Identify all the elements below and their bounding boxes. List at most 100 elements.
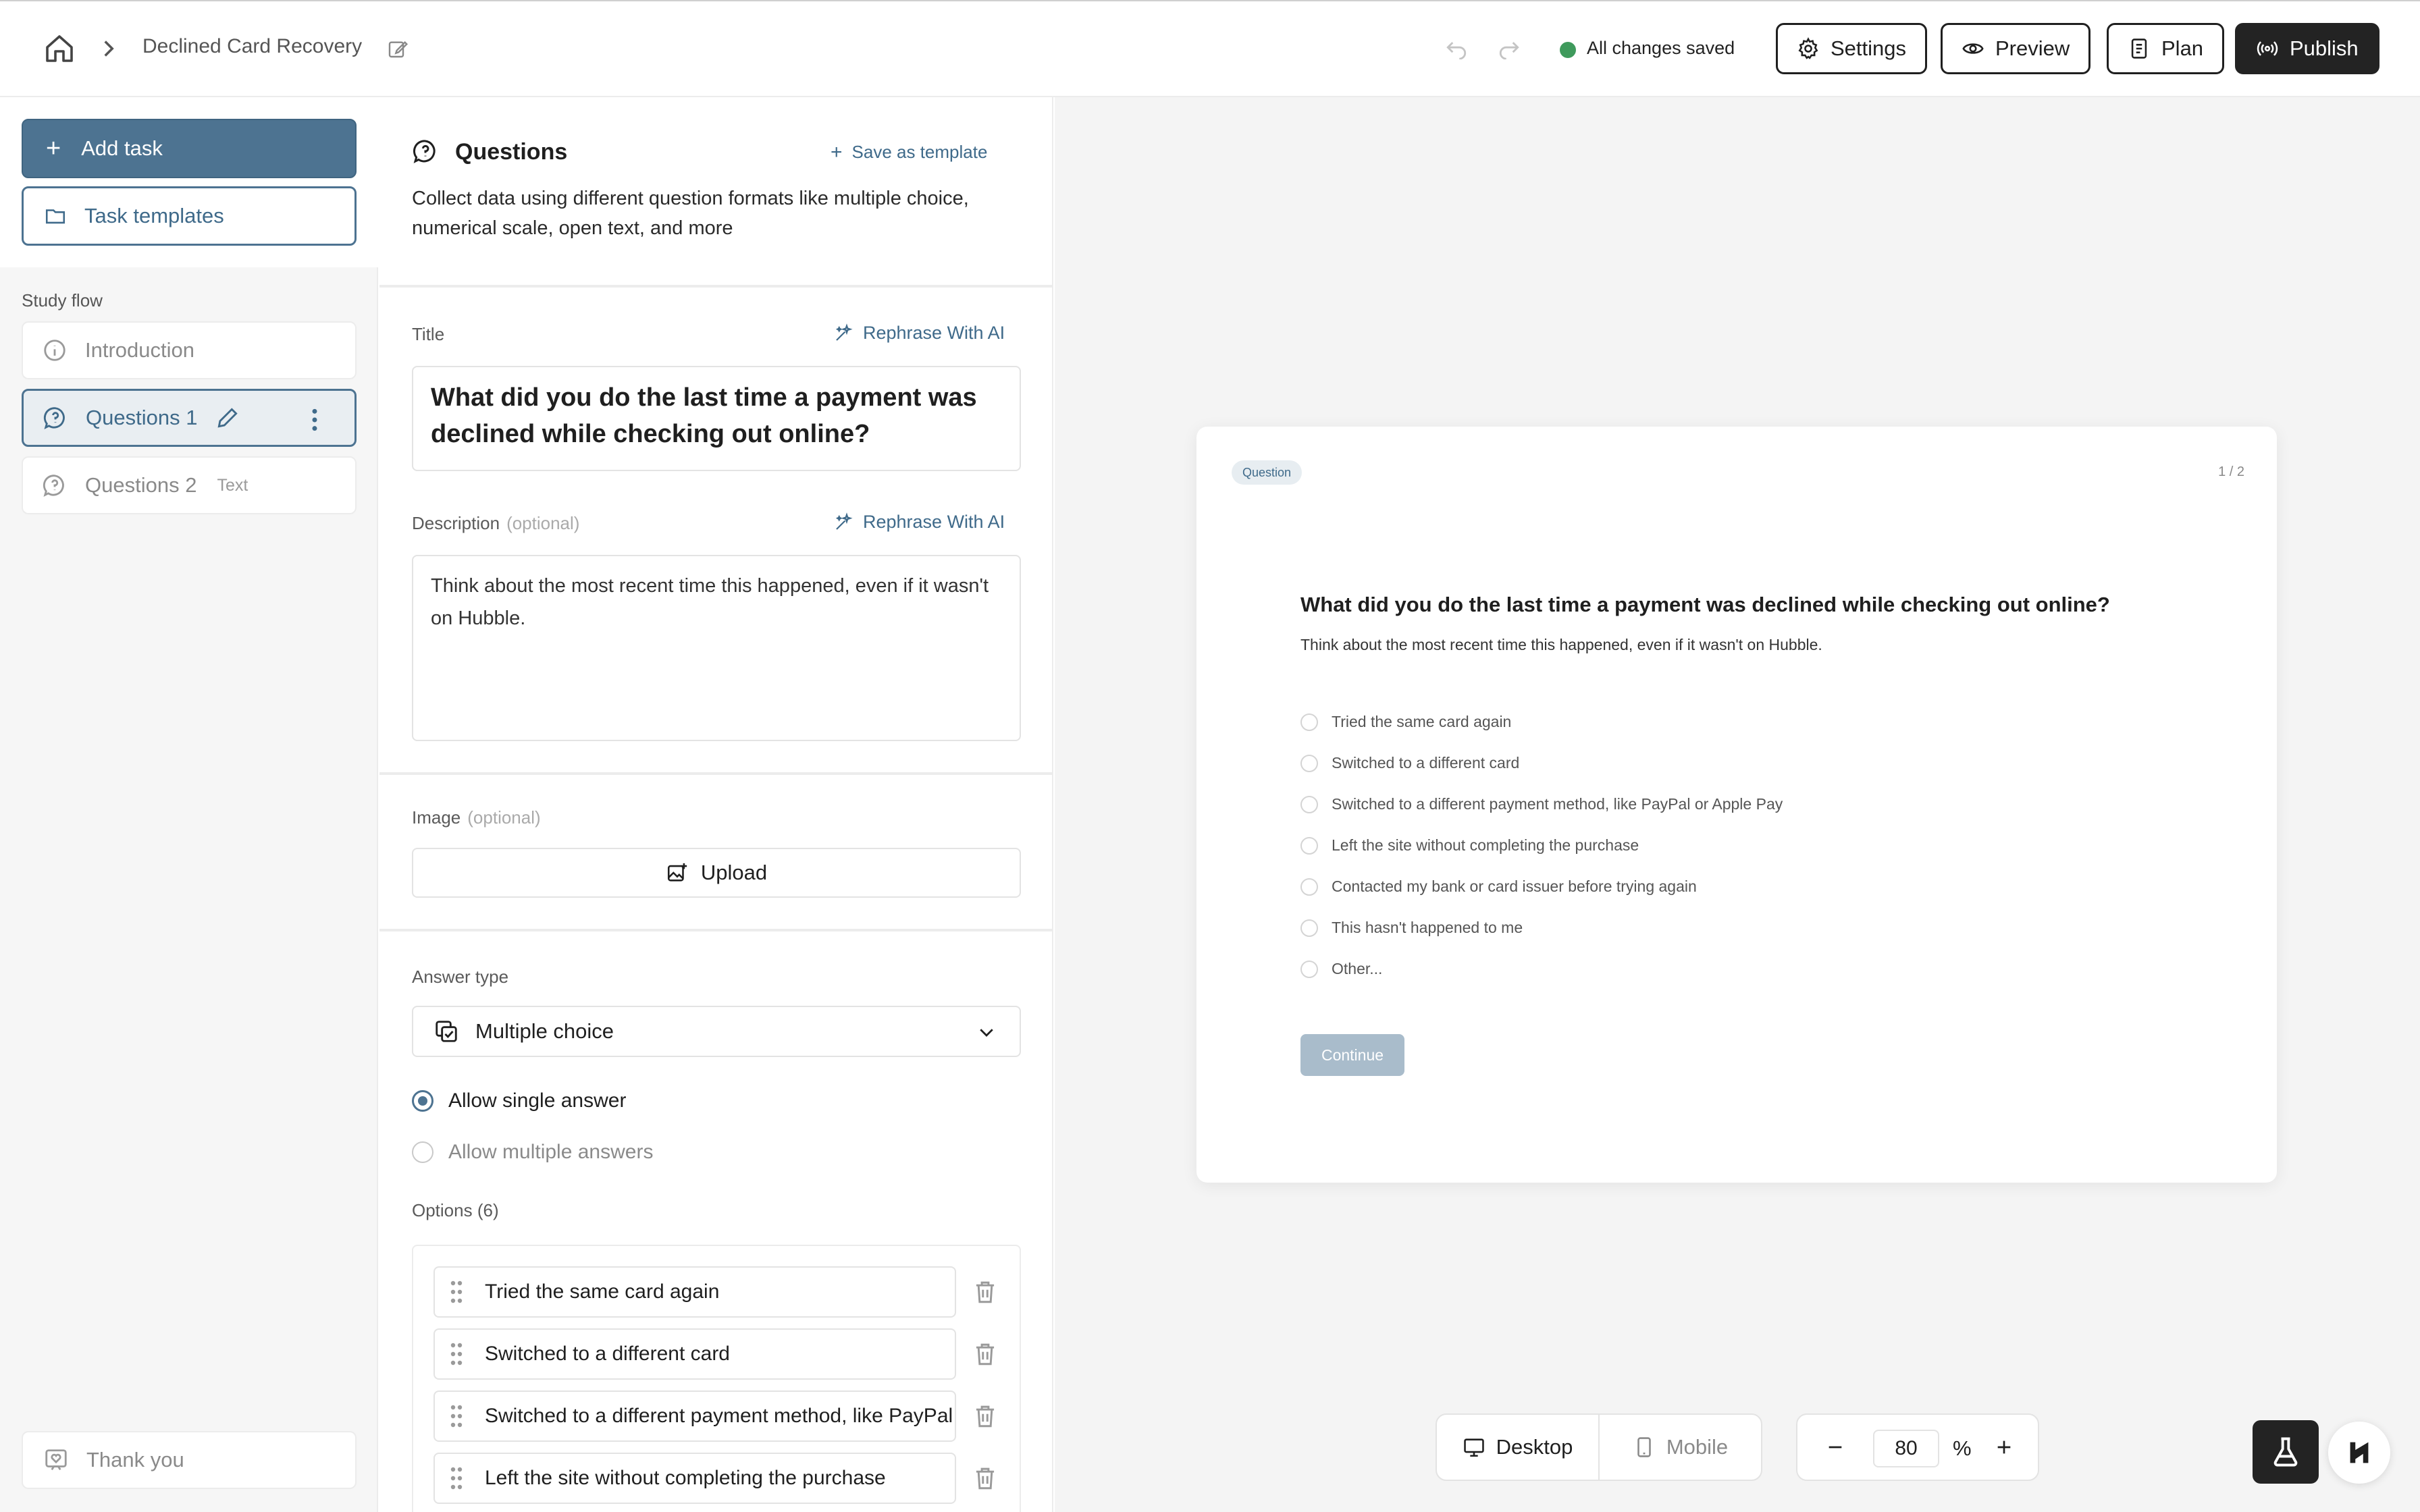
option-input[interactable]: Switched to a different card (433, 1328, 956, 1380)
broadcast-icon (2257, 41, 2278, 56)
pencil-icon[interactable] (215, 405, 240, 431)
add-task-button[interactable]: + Add task (22, 119, 357, 178)
save-as-template-label: Save as template (851, 142, 988, 162)
device-toggle: Desktop Mobile (1436, 1413, 1762, 1481)
option-row: Switched to a different card (433, 1328, 1001, 1380)
option-text: Tried the same card again (485, 1280, 720, 1303)
preview-option[interactable]: Contacted my bank or card issuer before … (1300, 878, 1697, 896)
sidebar-item-questions-1[interactable]: Questions 1 (22, 389, 357, 447)
continue-button[interactable]: Continue (1300, 1034, 1404, 1076)
options-list: Tried the same card again Switched to a … (412, 1245, 1021, 1512)
optional-label: (optional) (467, 807, 541, 828)
option-input[interactable]: Left the site without completing the pur… (433, 1453, 956, 1504)
description-value: Think about the most recent time this ha… (431, 575, 989, 629)
radio-unselected[interactable] (1300, 878, 1318, 896)
mobile-view-button[interactable]: Mobile (1598, 1415, 1761, 1480)
sidebar-item-introduction[interactable]: Introduction (22, 321, 357, 379)
zoom-unit: % (1953, 1436, 1972, 1460)
preview-option[interactable]: Other... (1300, 960, 1382, 978)
sidebar-item-label: Introduction (85, 338, 194, 362)
drag-handle-icon[interactable] (450, 1466, 463, 1490)
zoom-out-icon[interactable] (1824, 1436, 1846, 1458)
option-row: Tried the same card again (433, 1266, 1001, 1318)
preview-option[interactable]: Switched to a different card (1300, 754, 1519, 772)
trash-icon[interactable] (974, 1342, 997, 1366)
drag-handle-icon[interactable] (450, 1342, 463, 1366)
option-input[interactable]: Tried the same card again (433, 1266, 956, 1318)
radio-unselected[interactable] (1300, 919, 1318, 937)
answer-type-value: Multiple choice (475, 1019, 614, 1043)
radio-selected[interactable] (412, 1090, 433, 1112)
answer-type-label: Answer type (412, 967, 509, 987)
undo-icon[interactable] (1445, 39, 1468, 59)
plus-icon: + (831, 140, 843, 163)
title-input[interactable]: What did you do the last time a payment … (412, 366, 1021, 471)
rephrase-label: Rephrase With AI (863, 323, 1005, 343)
rephrase-description-button[interactable]: Rephrase With AI (833, 512, 1005, 533)
radio-unselected[interactable] (1300, 754, 1318, 772)
desktop-label: Desktop (1496, 1435, 1573, 1459)
save-as-template-button[interactable]: + Save as template (831, 142, 987, 163)
study-flow-label: Study flow (22, 290, 103, 310)
top-bar: Declined Card Recovery All changes saved… (0, 0, 2420, 97)
option-input[interactable]: Switched to a different payment method, … (433, 1390, 956, 1442)
sidebar-item-questions-2[interactable]: Questions 2 Text (22, 456, 357, 514)
preview-option[interactable]: Left the site without completing the pur… (1300, 836, 1639, 855)
allow-single-answer-option[interactable]: Allow single answer (412, 1089, 626, 1112)
preview-button[interactable]: Preview (1941, 23, 2091, 74)
radio-unselected[interactable] (1300, 836, 1318, 855)
mobile-label: Mobile (1666, 1435, 1729, 1459)
radio-unselected[interactable] (1300, 795, 1318, 813)
gear-icon (1798, 37, 1818, 59)
zoom-control: 80 % (1796, 1413, 2039, 1481)
thank-you-label: Thank you (86, 1448, 184, 1472)
page-count: 1 / 2 (2218, 464, 2244, 479)
preview-option-label: Switched to a different card (1332, 754, 1520, 772)
radio-unselected[interactable] (1300, 960, 1318, 978)
image-upload-icon (667, 863, 687, 882)
upload-image-button[interactable]: Upload (412, 848, 1021, 898)
mobile-icon (1637, 1437, 1651, 1457)
sidebar-item-thank-you[interactable]: Thank you (22, 1431, 357, 1489)
allow-multiple-answers-option[interactable]: Allow multiple answers (412, 1141, 653, 1164)
task-templates-button[interactable]: Task templates (22, 186, 357, 246)
title-value: What did you do the last time a payment … (431, 383, 977, 448)
radio-unselected[interactable] (412, 1141, 433, 1163)
preview-option-label: Tried the same card again (1332, 713, 1512, 730)
description-label-text: Description (412, 513, 500, 533)
desktop-icon (1463, 1438, 1484, 1457)
settings-button[interactable]: Settings (1776, 23, 1928, 74)
trash-icon[interactable] (974, 1466, 997, 1490)
lab-flask-button[interactable] (2253, 1420, 2319, 1484)
publish-button[interactable]: Publish (2235, 23, 2379, 74)
home-icon[interactable] (42, 32, 77, 65)
answer-type-select[interactable]: Multiple choice (412, 1006, 1021, 1057)
preview-option[interactable]: Tried the same card again (1300, 713, 1511, 731)
plan-button[interactable]: Plan (2107, 23, 2225, 74)
zoom-input[interactable]: 80 (1873, 1430, 1939, 1467)
eye-icon (1962, 43, 1984, 54)
question-badge: Question (1232, 460, 1303, 485)
question-bubble-icon (43, 407, 65, 429)
left-sidebar: + Add task Task templates Study flow Int… (0, 97, 378, 1512)
more-vertical-icon[interactable] (302, 407, 327, 433)
preview-option[interactable]: This hasn't happened to me (1300, 919, 1523, 937)
options-label: Options (6) (412, 1200, 499, 1220)
edit-title-icon[interactable] (387, 38, 409, 59)
radio-unselected[interactable] (1300, 713, 1318, 731)
brand-logo-button[interactable] (2328, 1422, 2390, 1484)
zoom-in-icon[interactable] (1993, 1436, 2015, 1458)
desktop-view-button[interactable]: Desktop (1437, 1415, 1598, 1480)
drag-handle-icon[interactable] (450, 1404, 463, 1428)
save-status: All changes saved (1587, 38, 1735, 58)
drag-handle-icon[interactable] (450, 1280, 463, 1304)
redo-icon[interactable] (1498, 39, 1521, 59)
description-textarea[interactable]: Think about the most recent time this ha… (412, 555, 1021, 741)
rephrase-title-button[interactable]: Rephrase With AI (833, 323, 1005, 344)
trash-icon[interactable] (974, 1404, 997, 1428)
sparkle-icon (835, 323, 853, 341)
rephrase-label: Rephrase With AI (863, 512, 1005, 532)
sparkle-icon (835, 512, 853, 530)
trash-icon[interactable] (974, 1280, 997, 1304)
preview-option[interactable]: Switched to a different payment method, … (1300, 795, 1783, 813)
